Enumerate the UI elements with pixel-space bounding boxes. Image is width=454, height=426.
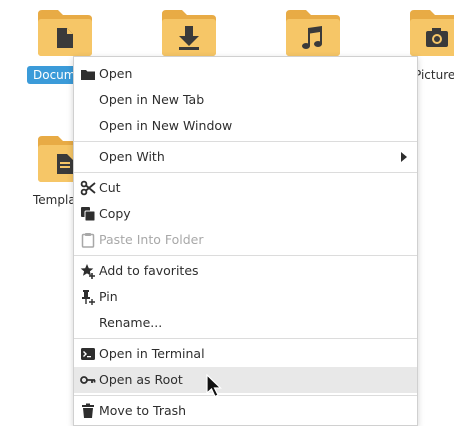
mouse-pointer-icon [206, 373, 224, 401]
menu-item-move-to-trash[interactable]: Move to Trash [74, 398, 417, 424]
menu-item-rename[interactable]: Rename... [74, 310, 417, 336]
menu-item-open-label: Open [99, 66, 133, 81]
pictures-folder[interactable] [408, 6, 454, 56]
menu-item-open-in-terminal-label: Open in Terminal [99, 346, 205, 361]
menu-item-pin[interactable]: Pin [74, 284, 417, 310]
submenu-arrow-icon [401, 152, 407, 162]
scissors-icon [80, 180, 96, 196]
trash-icon [80, 403, 96, 419]
menu-item-move-to-trash-label: Move to Trash [99, 403, 187, 418]
menu-item-cut-label: Cut [99, 180, 121, 195]
menu-item-paste-into-folder-label: Paste Into Folder [99, 232, 204, 247]
clipboard-icon [80, 232, 96, 248]
menu-item-open-new-window-label: Open in New Window [99, 118, 233, 133]
menu-item-paste-into-folder[interactable]: Paste Into Folder [74, 227, 417, 253]
menu-item-rename-label: Rename... [99, 315, 163, 330]
templates-folder-label[interactable]: Templa [33, 193, 76, 207]
menu-separator [74, 141, 417, 142]
menu-item-cut[interactable]: Cut [74, 175, 417, 201]
menu-separator [74, 395, 417, 396]
pin-icon [80, 289, 96, 305]
key-icon [80, 372, 96, 388]
menu-item-open-new-window[interactable]: Open in New Window [74, 113, 417, 139]
menu-item-add-to-favorites-label: Add to favorites [99, 263, 199, 278]
menu-item-open-as-root-label: Open as Root [99, 372, 183, 387]
menu-separator [74, 172, 417, 173]
documents-folder[interactable] [36, 6, 94, 56]
menu-separator [74, 338, 417, 339]
menu-item-open-in-terminal[interactable]: Open in Terminal [74, 341, 417, 367]
folder-icon [80, 66, 96, 82]
context-menu: Open Open in New Tab Open in New Window … [73, 56, 418, 426]
star-add-icon [80, 263, 96, 279]
menu-item-add-to-favorites[interactable]: Add to favorites [74, 258, 417, 284]
menu-item-open-with-label: Open With [99, 149, 165, 164]
menu-item-copy-label: Copy [99, 206, 131, 221]
menu-item-open-with[interactable]: Open With [74, 144, 417, 170]
menu-item-open-new-tab[interactable]: Open in New Tab [74, 87, 417, 113]
menu-item-copy[interactable]: Copy [74, 201, 417, 227]
pictures-folder-label[interactable]: Picture [414, 68, 454, 82]
menu-item-open-as-root[interactable]: Open as Root [74, 367, 417, 393]
copy-icon [80, 206, 96, 222]
menu-separator [74, 255, 417, 256]
menu-item-pin-label: Pin [99, 289, 118, 304]
downloads-folder[interactable] [160, 6, 218, 56]
music-folder[interactable] [284, 6, 342, 56]
menu-item-open[interactable]: Open [74, 61, 417, 87]
menu-item-open-new-tab-label: Open in New Tab [99, 92, 205, 107]
terminal-icon [80, 346, 96, 362]
